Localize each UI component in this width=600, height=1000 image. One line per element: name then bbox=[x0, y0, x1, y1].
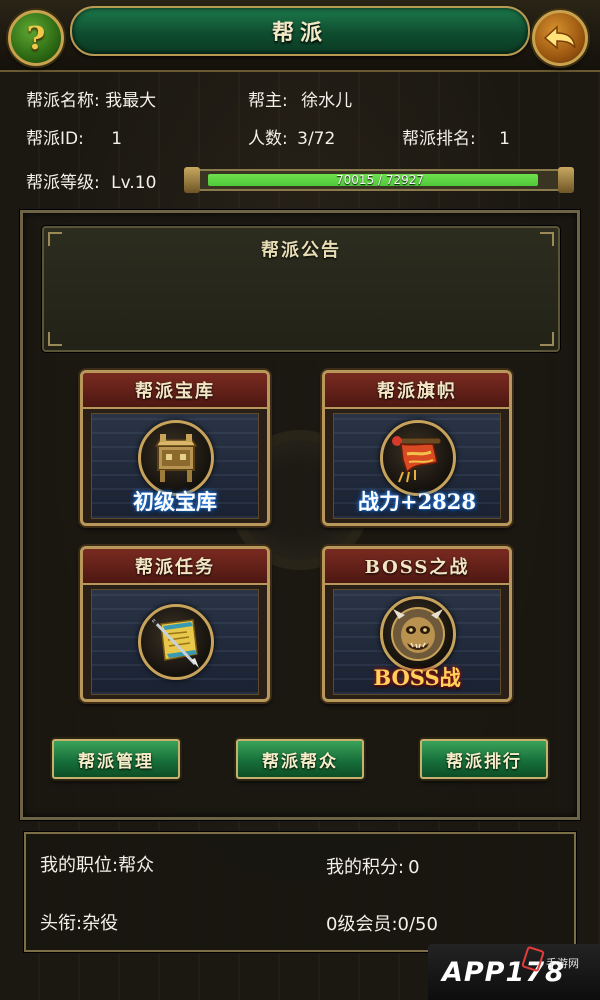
treasure-cauldron-icon bbox=[138, 420, 214, 496]
tasks-card-header: 帮派任务 bbox=[83, 549, 267, 585]
guild-leader-label: 帮主: bbox=[248, 91, 288, 111]
guild-name-value: 我最大 bbox=[105, 91, 157, 111]
guild-leader-row: 帮主: 徐水儿 bbox=[248, 86, 352, 111]
guild-rank-value: 1 bbox=[499, 129, 510, 149]
my-position-label: 我的职位: bbox=[40, 855, 119, 876]
guild-level-label: 帮派等级: bbox=[26, 173, 100, 193]
guild-ranking-label: 帮派排行 bbox=[446, 751, 522, 772]
tasks-card-title: 帮派任务 bbox=[135, 557, 215, 578]
my-points-value: 0 bbox=[408, 857, 420, 878]
back-arrow-icon bbox=[543, 25, 576, 50]
guild-ranking-button[interactable]: 帮派排行 bbox=[420, 739, 548, 779]
guild-treasury-card[interactable]: 帮派宝库 初级宝库 bbox=[80, 370, 270, 526]
my-position-row: 我的职位:帮众 bbox=[40, 851, 154, 877]
title-banner: 帮派 bbox=[70, 6, 530, 56]
demon-mask-icon bbox=[380, 596, 456, 672]
guild-rank-row: 帮派排名: 1 bbox=[402, 124, 510, 149]
treasury-card-title: 帮派宝库 bbox=[135, 381, 215, 402]
my-vip-row: 0级会员:0/50 bbox=[326, 910, 438, 936]
help-button[interactable]: ? bbox=[8, 10, 64, 66]
guild-leader-value: 徐水儿 bbox=[301, 91, 353, 111]
my-vip-label: 0级会员: bbox=[326, 914, 398, 935]
guild-level-row: 帮派等级: Lv.10 bbox=[26, 168, 156, 193]
back-button[interactable] bbox=[532, 10, 588, 66]
guild-announcement-box[interactable]: 帮派公告 bbox=[42, 226, 560, 352]
banner-card-header: 帮派旗帜 bbox=[325, 373, 509, 409]
header-bar: ? 帮派 bbox=[0, 0, 600, 72]
guild-manage-button[interactable]: 帮派管理 bbox=[52, 739, 180, 779]
guild-banner-card[interactable]: 帮派旗帜 战力+2828 bbox=[322, 370, 512, 526]
guild-members-row: 人数: 3/72 bbox=[248, 124, 335, 149]
banner-power-caption: 战力+2828 bbox=[357, 489, 477, 514]
flag-banner-icon bbox=[380, 420, 456, 496]
banner-card-title: 帮派旗帜 bbox=[377, 381, 457, 402]
my-position-value: 帮众 bbox=[118, 855, 155, 876]
my-title-label: 头衔: bbox=[40, 913, 83, 934]
boss-card-title: BOSS之战 bbox=[364, 557, 470, 578]
boss-battle-caption: BOSS战 bbox=[373, 665, 461, 690]
guild-name-row: 帮派名称: 我最大 bbox=[26, 86, 156, 111]
treasury-card-body: 初级宝库 bbox=[91, 413, 259, 519]
guild-level-value: Lv.10 bbox=[111, 173, 157, 193]
guild-name-label: 帮派名称: bbox=[26, 91, 100, 111]
guild-rank-label: 帮派排名: bbox=[402, 129, 476, 149]
tasks-card-body bbox=[91, 589, 259, 695]
guild-members-label: 帮派帮众 bbox=[262, 751, 338, 772]
my-points-label: 我的积分: bbox=[326, 857, 405, 878]
guild-members-button[interactable]: 帮派帮众 bbox=[236, 739, 364, 779]
guild-boss-card[interactable]: BOSS之战 BOSS战 bbox=[322, 546, 512, 702]
my-title-value: 杂役 bbox=[82, 913, 119, 934]
guild-exp-text: 70015 / 72927 bbox=[335, 173, 425, 187]
treasury-level-caption: 初级宝库 bbox=[133, 489, 217, 514]
treasury-card-header: 帮派宝库 bbox=[83, 373, 267, 409]
boss-card-body: BOSS战 bbox=[333, 589, 501, 695]
announcement-title: 帮派公告 bbox=[261, 240, 341, 261]
my-title-row: 头衔:杂役 bbox=[40, 909, 118, 935]
guild-exp-bar: 70015 / 72927 bbox=[184, 167, 574, 193]
page-title: 帮派 bbox=[271, 20, 328, 46]
guild-id-label: 帮派ID: bbox=[26, 129, 84, 149]
guild-tasks-card[interactable]: 帮派任务 bbox=[80, 546, 270, 702]
guild-members-label: 人数: bbox=[248, 129, 288, 149]
scroll-sword-icon bbox=[138, 604, 214, 680]
watermark-subtext: 手游网 bbox=[546, 957, 579, 970]
guild-id-row: 帮派ID: 1 bbox=[26, 124, 122, 149]
guild-members-value: 3/72 bbox=[297, 129, 336, 149]
boss-card-header: BOSS之战 bbox=[325, 549, 509, 585]
question-mark-icon: ? bbox=[26, 19, 46, 57]
corner-ornament bbox=[48, 332, 62, 346]
my-points-row: 我的积分: 0 bbox=[326, 853, 420, 879]
guild-id-value: 1 bbox=[111, 129, 123, 149]
banner-card-body: 战力+2828 bbox=[333, 413, 501, 519]
my-vip-value: 0/50 bbox=[397, 914, 438, 935]
site-watermark: APP178 bbox=[428, 944, 600, 1000]
guild-manage-label: 帮派管理 bbox=[78, 751, 154, 772]
corner-ornament bbox=[540, 332, 554, 346]
